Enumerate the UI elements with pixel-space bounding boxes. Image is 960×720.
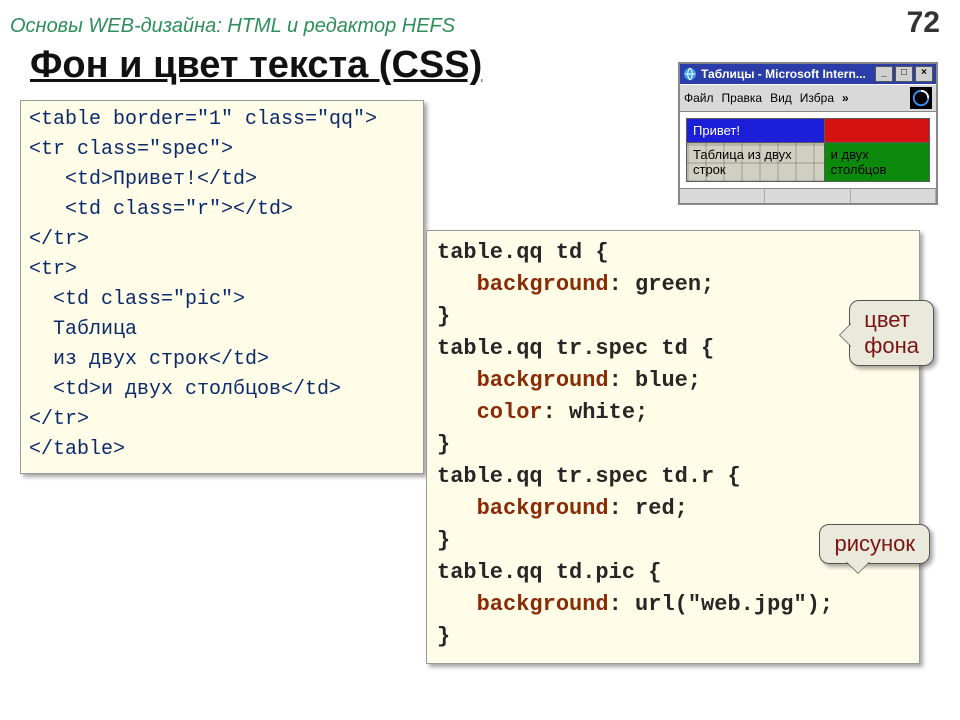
ie-throbber-icon bbox=[910, 87, 932, 109]
callout-line1: цвет bbox=[864, 307, 910, 332]
menu-file[interactable]: Файл bbox=[684, 91, 714, 105]
html-code-box: <table border="1" class="qq"> <tr class=… bbox=[20, 100, 424, 474]
window-titlebar: Таблицы - Microsoft Intern... _ □ × bbox=[680, 64, 936, 84]
example-browser-window: Таблицы - Microsoft Intern... _ □ × Файл… bbox=[678, 62, 938, 205]
menu-edit[interactable]: Правка bbox=[722, 91, 763, 105]
slide-title-text: Фон и цвет текста (CSS) bbox=[30, 44, 482, 86]
cell-cols: и двух столбцов bbox=[824, 143, 929, 182]
menu-view[interactable]: Вид bbox=[770, 91, 792, 105]
window-title: Таблицы - Microsoft Intern... bbox=[701, 67, 866, 81]
cell-red bbox=[824, 119, 929, 143]
window-statusbar bbox=[680, 188, 936, 203]
callout-picture: рисунок bbox=[819, 524, 930, 564]
page-number: 72 bbox=[907, 6, 940, 40]
ie-icon bbox=[683, 67, 697, 81]
callout-tail-icon bbox=[846, 561, 870, 585]
cell-pic: Таблица из двух строк bbox=[687, 143, 825, 182]
callout-tail-icon bbox=[828, 323, 852, 347]
window-body: Привет! Таблица из двух строк и двух сто… bbox=[680, 112, 936, 188]
minimize-button[interactable]: _ bbox=[875, 66, 893, 82]
window-menu: Файл Правка Вид Избра » bbox=[680, 84, 936, 112]
table-row: Таблица из двух строк и двух столбцов bbox=[687, 143, 930, 182]
breadcrumb: Основы WEB-дизайна: HTML и редактор HEFS bbox=[10, 15, 455, 38]
menu-overflow-icon[interactable]: » bbox=[842, 91, 849, 105]
callout-text: рисунок bbox=[834, 531, 915, 556]
table-row: Привет! bbox=[687, 119, 930, 143]
maximize-button[interactable]: □ bbox=[895, 66, 913, 82]
cell-hello: Привет! bbox=[687, 119, 825, 143]
demo-table: Привет! Таблица из двух строк и двух сто… bbox=[686, 118, 930, 182]
css-code-box: table.qq td { background: green;}table.q… bbox=[426, 230, 920, 664]
close-button[interactable]: × bbox=[915, 66, 933, 82]
callout-bgcolor: цвет фона bbox=[849, 300, 934, 366]
callout-line2: фона bbox=[864, 333, 919, 358]
menu-fav[interactable]: Избра bbox=[800, 91, 834, 105]
